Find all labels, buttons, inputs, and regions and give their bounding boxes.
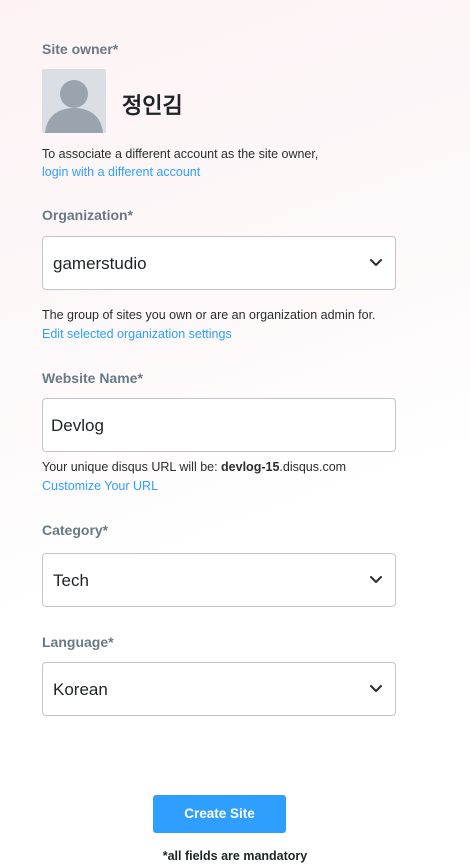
organization-label: Organization* (42, 207, 134, 223)
website-name-value: Devlog (51, 416, 104, 435)
disqus-url-suffix: .disqus.com (279, 460, 347, 474)
disqus-url-subdomain: devlog-15 (221, 460, 280, 474)
user-avatar-icon (42, 69, 106, 133)
owner-name: 정인김 (122, 93, 183, 118)
category-select[interactable]: Tech (42, 553, 396, 607)
organization-select[interactable]: gamerstudio (42, 236, 396, 290)
mandatory-fields-note: *all fields are mandatory (162, 849, 308, 863)
owner-help-text: To associate a different account as the … (42, 147, 319, 161)
website-name-label: Website Name* (42, 370, 143, 386)
site-owner-label: Site owner* (42, 41, 119, 57)
organization-value: gamerstudio (53, 254, 147, 273)
category-label: Category* (42, 522, 109, 538)
chevron-down-icon (370, 259, 382, 266)
language-label: Language* (42, 634, 114, 650)
language-value: Korean (53, 680, 108, 699)
owner-avatar (42, 69, 106, 133)
category-value: Tech (53, 571, 89, 590)
disqus-url-prefix: Your unique disqus URL will be: (42, 460, 222, 474)
chevron-down-icon (370, 685, 382, 692)
login-different-account-link[interactable]: login with a different account (42, 165, 200, 179)
organization-help-text: The group of sites you own or are an org… (42, 308, 376, 322)
edit-organization-settings-link[interactable]: Edit selected organization settings (42, 327, 232, 341)
language-select[interactable]: Korean (42, 662, 396, 716)
website-name-input[interactable]: Devlog (42, 398, 396, 452)
chevron-down-icon (370, 576, 382, 583)
disqus-url-text: Your unique disqus URL will be: devlog-1… (42, 460, 346, 474)
customize-url-link[interactable]: Customize Your URL (42, 479, 158, 493)
create-site-button[interactable]: Create Site (153, 795, 286, 833)
